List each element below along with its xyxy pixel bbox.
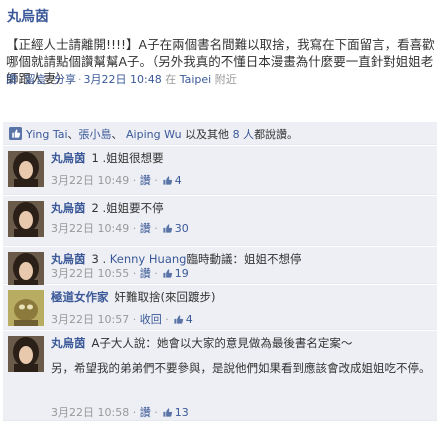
- comment-text: 2 .姐姐要不停: [91, 201, 164, 215]
- post-timestamp[interactable]: 3月22日 10:48: [84, 73, 162, 86]
- comment-timestamp[interactable]: 3月22日 10:57: [51, 313, 129, 326]
- comment-body: 極道女作家 奸難取捨(來回踱步): [51, 290, 431, 305]
- comment-author[interactable]: 丸烏茵: [51, 201, 86, 215]
- comment-like-link[interactable]: 讚: [140, 267, 151, 280]
- thumbs-up-icon: [163, 269, 172, 278]
- comment-like-count[interactable]: 13: [175, 406, 189, 419]
- comment-like-count[interactable]: 19: [175, 267, 189, 280]
- thumbs-up-icon: [163, 224, 172, 233]
- likes-others-count[interactable]: 8 人: [233, 128, 255, 141]
- comment-like-count[interactable]: 4: [186, 313, 193, 326]
- comment-meta: 3月22日 10:49 · 讚 · 4: [51, 174, 182, 187]
- avatar[interactable]: [8, 252, 44, 288]
- avatar[interactable]: [8, 336, 44, 372]
- comment-text-prefix: 3 .: [91, 252, 110, 266]
- avatar-image: [8, 290, 44, 326]
- comment-meta: 3月22日 10:58 · 讚 · 13: [51, 406, 189, 419]
- like-link[interactable]: 讚: [6, 73, 17, 86]
- comment-timestamp[interactable]: 3月22日 10:55: [51, 267, 129, 280]
- thumbs-up-icon: [163, 408, 172, 417]
- avatar-image: [8, 201, 44, 237]
- likes-suffix: 都說讚。: [254, 128, 299, 141]
- location-link[interactable]: Taipei: [180, 73, 212, 86]
- comment-timestamp[interactable]: 3月22日 10:49: [51, 174, 129, 187]
- avatar[interactable]: [8, 201, 44, 237]
- liker-name[interactable]: Ying Tai: [26, 128, 68, 141]
- comment-author[interactable]: 極道女作家: [51, 290, 109, 304]
- comment-author[interactable]: 丸烏茵: [51, 252, 86, 266]
- comment-body: 丸烏茵 A子大人說：她會以大家的意見做為最後書名定案～ 另，希望我的弟弟們不要參與…: [51, 336, 431, 376]
- comment: 丸烏茵 1 .姐姐很想要 3月22日 10:49 · 讚 · 4: [3, 146, 437, 195]
- comment-meta: 3月22日 10:49 · 讚 · 30: [51, 222, 189, 235]
- comment: 丸烏茵 A子大人說：她會以大家的意見做為最後書名定案～ 另，希望我的弟弟們不要參與…: [3, 331, 437, 421]
- avatar[interactable]: [8, 290, 44, 326]
- comment-timestamp[interactable]: 3月22日 10:58: [51, 406, 129, 419]
- share-link[interactable]: 分享: [54, 73, 76, 86]
- comment-like-link[interactable]: 讚: [140, 222, 151, 235]
- liker-name[interactable]: Aiping Wu: [126, 128, 182, 141]
- avatar[interactable]: [8, 151, 44, 187]
- comment-like-link[interactable]: 讚: [140, 174, 151, 187]
- separator-dot: ·: [78, 73, 82, 86]
- comment-author[interactable]: 丸烏茵: [51, 151, 86, 165]
- avatar-image: [8, 151, 44, 187]
- comment: 丸烏茵 3 . Kenny Huang臨時動議：姐姐不想停 3月22日 10:55…: [3, 247, 437, 288]
- avatar-image: [8, 252, 44, 288]
- comment-text: 1 .姐姐很想要: [91, 151, 164, 165]
- mention-link[interactable]: Kenny Huang: [110, 252, 187, 266]
- thumbs-up-icon: [174, 315, 183, 324]
- thumbs-up-icon: [163, 176, 172, 185]
- comment-link[interactable]: 留言: [25, 73, 47, 86]
- comment-author[interactable]: 丸烏茵: [51, 336, 86, 350]
- comment-body: 丸烏茵 1 .姐姐很想要: [51, 151, 431, 166]
- comment-meta: 3月22日 10:57 · 收回 · 4: [51, 313, 193, 326]
- comment-text: 臨時動議：姐姐不想停: [186, 252, 302, 266]
- comment-text-2: 另，希望我的弟弟們不要參與，是說他們如果看到應該會改成姐姐吃不停。: [51, 361, 431, 375]
- comment-meta: 3月22日 10:55 · 讚 · 19: [51, 267, 189, 280]
- comment-unlike-link[interactable]: 收回: [140, 313, 162, 326]
- comment: 丸烏茵 2 .姐姐要不停 3月22日 10:49 · 讚 · 30: [3, 196, 437, 246]
- comment-like-link[interactable]: 讚: [140, 406, 151, 419]
- comment: 極道女作家 奸難取捨(來回踱步) 3月22日 10:57 · 收回 · 4: [3, 285, 437, 330]
- post-actions: 讚 · 留言 · 分享 · 3月22日 10:48 在 Taipei 附近: [6, 71, 237, 87]
- comment-like-count[interactable]: 4: [175, 174, 182, 187]
- thumbs-up-icon: [9, 127, 22, 140]
- separator-dot: ·: [48, 73, 53, 86]
- comment-body: 丸烏茵 2 .姐姐要不停: [51, 201, 431, 216]
- avatar-image: [8, 336, 44, 372]
- post-author[interactable]: 丸烏茵: [7, 6, 49, 26]
- location-suffix: 附近: [214, 73, 237, 86]
- likes-summary: Ying Tai、張小島、 Aiping Wu 以及其他 8 人都說讚。: [3, 122, 437, 145]
- likes-and-others: 以及其他: [185, 128, 230, 141]
- comment-text: 奸難取捨(來回踱步): [114, 290, 216, 304]
- liker-name[interactable]: 張小島: [79, 128, 112, 141]
- separator-dot: ·: [19, 73, 23, 86]
- comment-text: A子大人說：她會以大家的意見做為最後書名定案～: [91, 336, 353, 350]
- location-prefix: 在: [165, 73, 177, 86]
- comment-timestamp[interactable]: 3月22日 10:49: [51, 222, 129, 235]
- comment-like-count[interactable]: 30: [175, 222, 189, 235]
